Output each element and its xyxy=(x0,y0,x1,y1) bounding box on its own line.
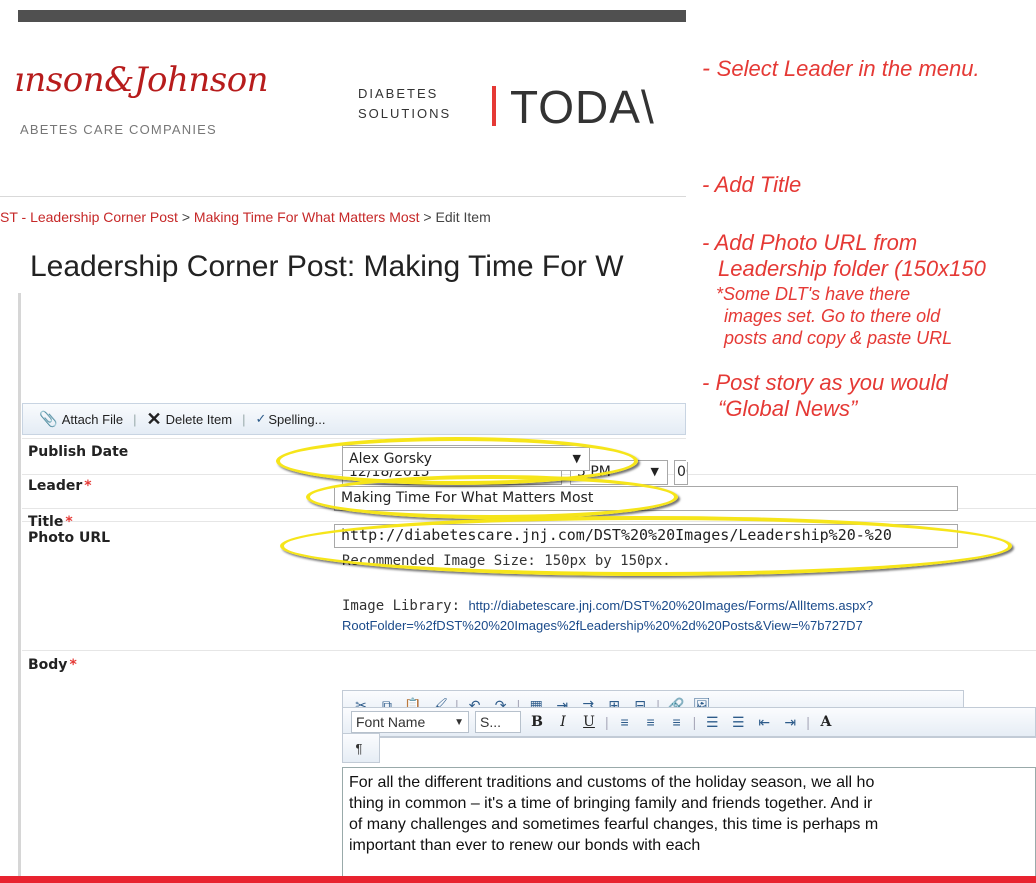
editor-font-toolbar: Font Name ▼ S... B I U | ≡ ≡ ≡ | ☰ ☰ ⇤ ⇥… xyxy=(342,707,1036,737)
attach-file-label: Attach File xyxy=(61,411,124,427)
note-dlt-2: images set. Go to there old xyxy=(724,306,941,326)
editor-toolbar-row-3: ¶ xyxy=(342,733,380,763)
toolbar-separator: | xyxy=(605,714,609,730)
note-select-leader: - Select Leader in the menu. xyxy=(702,56,980,82)
decrease-indent-icon[interactable]: ⇤ xyxy=(754,712,774,732)
note-post-story: - Post story as you would xyxy=(702,370,948,395)
image-library-link-cont[interactable]: RootFolder=%2fDST%20%20Images%2fLeadersh… xyxy=(342,618,863,633)
increase-indent-icon[interactable]: ⇥ xyxy=(780,712,800,732)
breadcrumb-current: Edit Item xyxy=(435,209,491,225)
publish-date-label: Publish Date xyxy=(28,444,129,460)
leader-label-text: Leader xyxy=(28,478,83,494)
header-top-bar xyxy=(18,10,686,22)
spelling-label: Spelling... xyxy=(268,411,326,427)
edit-toolbar: 📎 Attach File | ✕ Delete Item | ✓ Spelli… xyxy=(22,403,686,435)
company-tagline: ABETES CARE COMPANIES xyxy=(20,122,217,137)
note-select-leader-text: Select Leader in the menu. xyxy=(716,56,980,81)
body-editor[interactable]: For all the different traditions and cus… xyxy=(342,767,1036,883)
toolbar-separator: | xyxy=(806,714,810,730)
page-title: Leadership Corner Post: Making Time For … xyxy=(30,250,624,283)
breadcrumb: ST - Leadership Corner Post > Making Tim… xyxy=(0,209,491,225)
note-dlt-3: posts and copy & paste URL xyxy=(724,328,953,348)
breadcrumb-separator: > xyxy=(177,209,194,225)
highlight-ellipse-title xyxy=(306,475,678,519)
breadcrumb-link-item[interactable]: Making Time For What Matters Most xyxy=(194,209,420,225)
italic-icon[interactable]: I xyxy=(553,712,573,732)
leader-label: Leader * xyxy=(28,478,92,494)
form-left-border xyxy=(18,293,21,883)
photo-url-label: Photo URL xyxy=(28,530,111,546)
required-marker: * xyxy=(65,514,73,530)
footer-red-bar xyxy=(0,876,1036,883)
font-name-select[interactable]: Font Name ▼ xyxy=(351,711,469,733)
body-text-line: of many challenges and sometimes fearful… xyxy=(349,816,879,833)
note-add-photo-cont: Leadership folder (150x150 xyxy=(718,256,986,281)
font-color-icon[interactable]: A xyxy=(816,712,836,732)
spelling-button[interactable]: ✓ Spelling... xyxy=(255,411,325,427)
breadcrumb-separator: > xyxy=(419,209,436,225)
align-right-icon[interactable]: ≡ xyxy=(667,712,687,732)
font-size-value: S... xyxy=(480,714,502,730)
underline-icon[interactable]: U xyxy=(579,712,599,732)
instruction-notes: - Select Leader in the menu. - Add Title… xyxy=(702,52,1036,452)
font-name-value: Font Name xyxy=(356,714,426,730)
brand-divider xyxy=(492,86,496,126)
body-text-line: important than ever to renew our bonds w… xyxy=(349,837,701,854)
align-center-icon[interactable]: ≡ xyxy=(641,712,661,732)
spellcheck-icon: ✓ xyxy=(255,411,267,426)
delete-x-icon: ✕ xyxy=(146,408,162,429)
breadcrumb-divider xyxy=(0,196,686,197)
brand-line-diabetes: DIABETES xyxy=(358,86,439,101)
align-left-icon[interactable]: ≡ xyxy=(615,712,635,732)
brand-today: TODA\ xyxy=(510,81,655,133)
toolbar-separator: | xyxy=(133,411,137,427)
dropdown-arrow-icon: ▼ xyxy=(650,465,659,478)
image-library-line: Image Library: http://diabetescare.jnj.c… xyxy=(342,598,873,614)
image-library-label: Image Library: xyxy=(342,598,461,614)
delete-item-button[interactable]: ✕ Delete Item xyxy=(147,409,233,430)
bold-icon[interactable]: B xyxy=(527,712,547,732)
toolbar-separator: | xyxy=(242,411,246,427)
attach-file-button[interactable]: 📎 Attach File xyxy=(39,410,123,428)
note-add-photo: - Add Photo URL from xyxy=(702,230,918,255)
body-text-line: thing in common – it's a time of bringin… xyxy=(349,795,873,812)
font-size-select[interactable]: S... xyxy=(475,711,521,733)
title-label: Title * xyxy=(28,514,73,530)
publish-minute-select[interactable]: 00 xyxy=(674,460,688,485)
required-marker: * xyxy=(69,657,77,673)
image-library-link[interactable]: http://diabetescare.jnj.com/DST%20%20Ima… xyxy=(468,598,873,613)
note-add-title: - Add Title xyxy=(702,172,802,197)
body-label-text: Body xyxy=(28,657,68,673)
publish-minute-value: 00 xyxy=(677,464,687,480)
required-marker: * xyxy=(84,478,92,494)
numbered-list-icon[interactable]: ☰ xyxy=(702,712,722,732)
brand-line-solutions: SOLUTIONS xyxy=(358,106,452,121)
breadcrumb-link-list[interactable]: ST - Leadership Corner Post xyxy=(0,209,178,225)
note-dash: - xyxy=(702,55,717,82)
dropdown-arrow-icon: ▼ xyxy=(454,717,464,728)
company-logo: ınson&Johnson xyxy=(14,60,269,100)
body-label: Body * xyxy=(28,657,77,673)
highlight-ellipse-photo-url xyxy=(280,516,1012,576)
paragraph-direction-icon[interactable]: ¶ xyxy=(349,738,369,758)
bullet-list-icon[interactable]: ☰ xyxy=(728,712,748,732)
note-post-story-cont: “Global News” xyxy=(718,396,858,421)
form-row-divider xyxy=(22,650,1036,651)
body-text-line: For all the different traditions and cus… xyxy=(349,774,875,791)
toolbar-separator: | xyxy=(692,714,697,730)
title-label-text: Title xyxy=(28,514,64,530)
delete-item-label: Delete Item xyxy=(165,411,233,427)
paperclip-icon: 📎 xyxy=(39,411,58,428)
note-dlt-1: *Some DLT's have there xyxy=(716,284,911,304)
